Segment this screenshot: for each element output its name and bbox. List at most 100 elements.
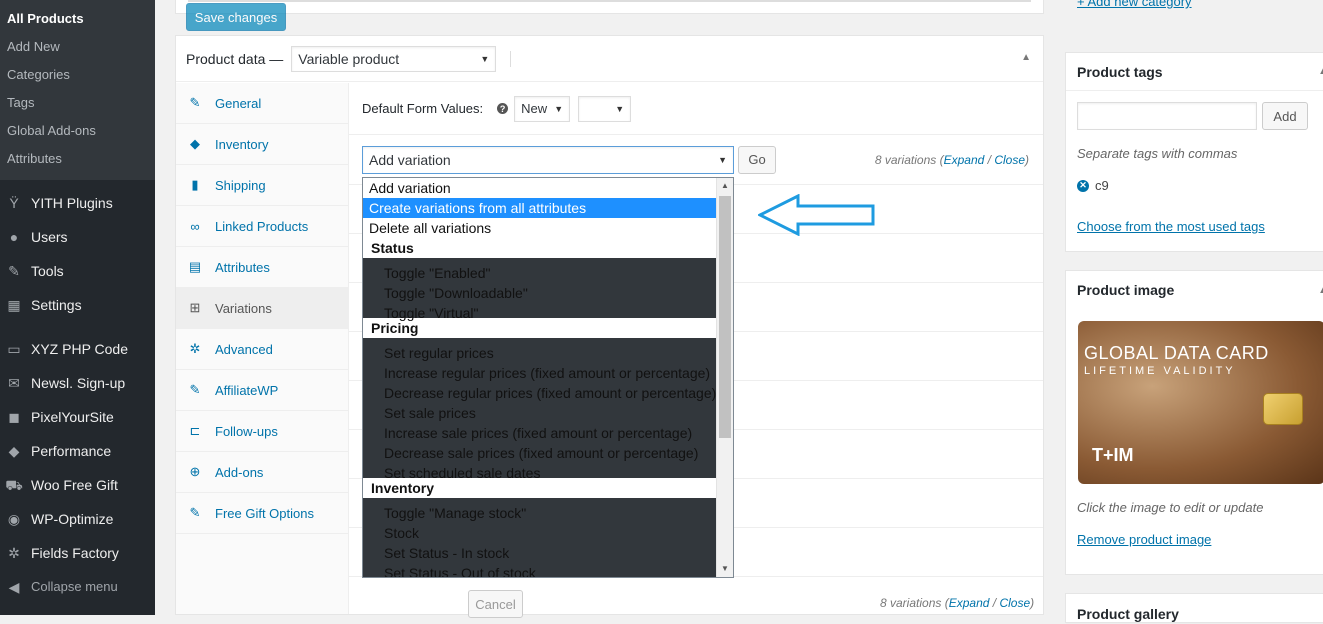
collapse-menu-button[interactable]: ◀ Collapse menu	[0, 570, 155, 604]
tab-label: Linked Products	[215, 218, 309, 234]
add-new-category-link[interactable]: + Add new category	[1077, 0, 1192, 9]
scrollbar-thumb[interactable]	[719, 196, 731, 438]
collapse-icon: ◀	[8, 579, 20, 595]
product-tags-header: Product tags ▲	[1066, 53, 1323, 91]
menu-item[interactable]: ◉ WP-Optimize	[0, 502, 155, 536]
submenu-item[interactable]: All Products	[0, 5, 155, 33]
variation-action-select[interactable]: Add variation ▼	[362, 145, 734, 174]
tab-variations[interactable]: ⊞ Variations	[176, 288, 348, 329]
tags-hint: Separate tags with commas	[1077, 146, 1238, 161]
variation-count-bottom: 8 variations (Expand / Close)	[880, 596, 1035, 610]
tab-inventory[interactable]: ◆ Inventory	[176, 124, 348, 165]
optimize-icon: ◉	[7, 511, 21, 527]
dropdown-option[interactable]: Set regular prices	[363, 338, 717, 361]
product-data-title: Product data —	[186, 50, 284, 67]
close-link[interactable]: Close	[994, 153, 1025, 167]
cancel-button[interactable]: Cancel	[468, 590, 523, 618]
caret-down-icon: ▼	[615, 103, 625, 114]
tab-general[interactable]: ✎ General	[176, 83, 348, 124]
pixel-icon: ◼	[8, 409, 20, 425]
dropdown-option[interactable]: Toggle "Enabled"	[363, 258, 717, 281]
menu-item[interactable]: ✲ Fields Factory	[0, 536, 155, 570]
tab-label: Shipping	[215, 177, 266, 193]
menu-item-label: WP-Optimize	[31, 511, 114, 527]
menu-item[interactable]: ✉ Newsl. Sign-up	[0, 366, 155, 400]
dropdown-option[interactable]: Add variation	[363, 178, 717, 198]
menu-item[interactable]: ● Users	[0, 220, 155, 254]
tag-input[interactable]	[1077, 102, 1257, 130]
submenu-item[interactable]: Categories	[0, 61, 155, 89]
yith-icon: Ÿ	[9, 195, 19, 211]
php-icon: ▭	[7, 341, 21, 357]
default-attribute-select-2[interactable]: ▼	[578, 95, 632, 122]
scroll-up-icon[interactable]: ▲	[717, 178, 733, 194]
tab-free-gift-options[interactable]: ✎ Free Gift Options	[176, 493, 348, 534]
menu-item[interactable]: ✎ Tools	[0, 254, 155, 288]
tag-icon: ◆	[190, 136, 200, 151]
collapse-toggle-icon[interactable]: ▲	[1318, 66, 1323, 77]
tab-label: Free Gift Options	[215, 505, 314, 521]
variation-action-value: Add variation	[369, 151, 451, 168]
menu-item-label: PixelYourSite	[31, 409, 114, 425]
admin-menu: Ÿ YITH Plugins ● Users ✎ Tools ▦ Settings ▭ XYZ P…	[0, 180, 155, 604]
menu-item[interactable]: ◆ Performance	[0, 434, 155, 468]
default-form-values-label: Default Form Values:	[362, 101, 484, 116]
bracket-icon: ⊏	[189, 423, 201, 438]
tab-label: Follow-ups	[215, 423, 278, 439]
menu-item-label: XYZ PHP Code	[31, 341, 129, 357]
expand-link[interactable]: Expand	[944, 153, 985, 167]
product-image-title: Product image	[1077, 282, 1175, 298]
default-attribute-select-1[interactable]: New ▼	[514, 95, 571, 122]
tab-shipping[interactable]: ▮ Shipping	[176, 165, 348, 206]
tab-follow-ups[interactable]: ⊏ Follow-ups	[176, 411, 348, 452]
save-changes-button[interactable]: Save changes	[186, 3, 286, 31]
plus-circle-icon: ⊕	[189, 464, 201, 479]
scroll-down-icon[interactable]: ▼	[717, 561, 733, 577]
product-type-select[interactable]: Variable product ▼	[291, 45, 497, 72]
tab-advanced[interactable]: ✲ Advanced	[176, 329, 348, 370]
menu-item[interactable]: ⛟ Woo Free Gift	[0, 468, 155, 502]
menu-item-label: Users	[31, 229, 68, 245]
grid-icon: ⊞	[189, 300, 201, 315]
menu-item[interactable]: Ÿ YITH Plugins	[0, 186, 155, 220]
choose-tags-link[interactable]: Choose from the most used tags	[1077, 219, 1265, 234]
collapse-toggle-icon[interactable]: ▲	[1021, 52, 1031, 63]
tab-attributes[interactable]: ▤ Attributes	[176, 247, 348, 288]
menu-item[interactable]: ▭ XYZ PHP Code	[0, 332, 155, 366]
expand-link[interactable]: Expand	[949, 596, 990, 610]
tools-icon: ✎	[8, 263, 20, 279]
product-gallery-box: Product gallery	[1065, 593, 1323, 624]
default-form-values-row: Default Form Values: ? New ▼ ▼	[349, 83, 1043, 135]
go-button[interactable]: Go	[738, 145, 776, 174]
product-image-header: Product image ▲	[1066, 271, 1323, 309]
menu-item-label: Settings	[31, 297, 82, 313]
product-image[interactable]: GLOBAL DATA CARD LIFETIME VALIDITY T+IM	[1078, 321, 1323, 484]
card-title-text: GLOBAL DATA CARD	[1084, 343, 1269, 363]
tab-label: Inventory	[215, 136, 269, 152]
dropdown-option[interactable]: Delete all variations	[363, 218, 717, 238]
tab-label: Advanced	[215, 341, 273, 357]
tab-add-ons[interactable]: ⊕ Add-ons	[176, 452, 348, 493]
variation-count-text: 8 variations	[874, 152, 937, 167]
tab-linked-products[interactable]: ∞ Linked Products	[176, 206, 348, 247]
remove-tag-icon[interactable]: ✕	[1077, 179, 1089, 192]
tab-affiliatewp[interactable]: ✎ AffiliateWP	[176, 370, 348, 411]
dropdown-scrollbar[interactable]: ▲ ▼	[716, 178, 733, 577]
dropdown-option[interactable]: Create variations from all attributes	[363, 198, 717, 218]
submenu-item[interactable]: Global Add-ons	[0, 117, 155, 145]
menu-item[interactable]: ▦ Settings	[0, 288, 155, 322]
performance-icon: ◆	[8, 443, 20, 459]
dropdown-option[interactable]: Toggle "Manage stock"	[363, 498, 717, 521]
remove-image-link[interactable]: Remove product image	[1077, 532, 1211, 547]
help-icon[interactable]: ?	[497, 103, 509, 114]
close-link[interactable]: Close	[999, 596, 1030, 610]
add-tag-button[interactable]: Add	[1262, 102, 1308, 130]
wrench-icon: ✎	[189, 505, 201, 520]
collapse-toggle-icon[interactable]: ▲	[1318, 285, 1323, 296]
menu-item[interactable]: ◼ PixelYourSite	[0, 400, 155, 434]
option-group-label: Pricing	[371, 320, 419, 336]
submenu-item[interactable]: Attributes	[0, 145, 155, 173]
divider	[510, 50, 512, 67]
submenu-item[interactable]: Tags	[0, 89, 155, 117]
submenu-item[interactable]: Add New	[0, 33, 155, 61]
